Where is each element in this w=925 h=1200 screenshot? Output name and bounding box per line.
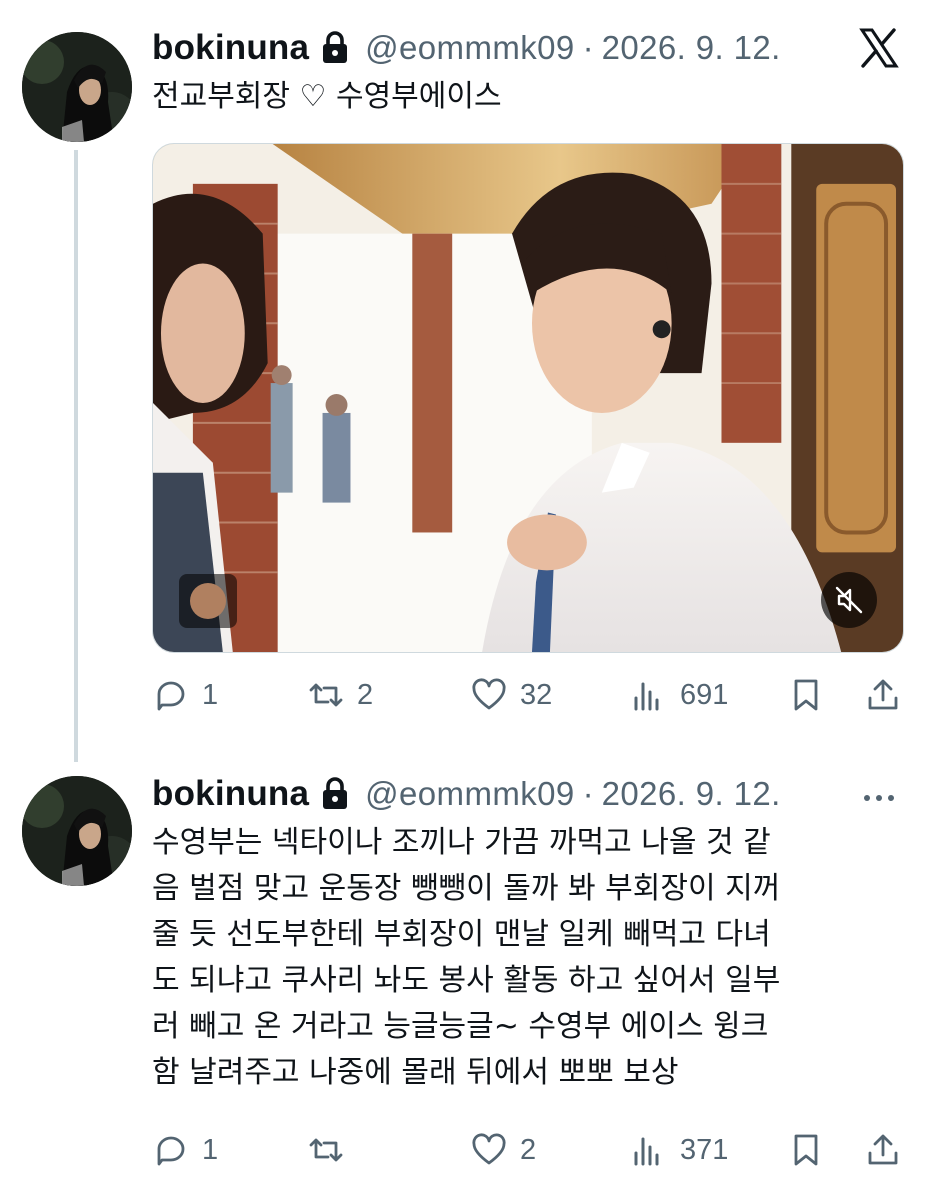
reply-icon [157, 1136, 185, 1166]
like-count: 2 [520, 1133, 537, 1166]
tweet-text: 수영부는 넥타이나 조끼나 가끔 까먹고 나올 것 같 음 벌점 맞고 운동장 … [152, 825, 781, 1090]
bookmark-button[interactable] [787, 670, 825, 720]
more-dots-icon[interactable] [859, 786, 899, 810]
repost-button[interactable] [307, 1125, 357, 1175]
share-icon [868, 679, 898, 710]
view-count: 371 [680, 1133, 729, 1166]
mute-button[interactable] [821, 572, 877, 628]
repost-icon [309, 1138, 343, 1162]
reply-count: 1 [202, 1133, 219, 1166]
heart-icon [472, 1133, 506, 1165]
views-icon [634, 682, 659, 711]
display-name[interactable]: bokinuna [152, 28, 309, 68]
tweet-header: bokinuna @eommmk09 · 2026. 9. 12. [152, 772, 781, 816]
avatar-image [22, 776, 132, 886]
mute-icon [835, 586, 863, 614]
avatar[interactable] [22, 776, 132, 886]
separator-dot: · [582, 775, 594, 812]
like-button[interactable]: 32 [470, 670, 552, 720]
tweet-video[interactable] [152, 143, 904, 653]
tweet[interactable]: bokinuna @eommmk09 · 2026. 9. 12. 수영부는 넥… [0, 760, 925, 1200]
views-icon [634, 1137, 659, 1166]
view-count: 691 [680, 678, 729, 711]
tweet[interactable]: bokinuna @eommmk09 · 2026. 9. 12. 전교부회장 … [0, 0, 925, 762]
like-count: 32 [520, 678, 553, 711]
tweet-text: 전교부회장 ♡ 수영부에이스 [152, 79, 502, 114]
share-icon [868, 1134, 898, 1165]
reply-button[interactable]: 1 [152, 1125, 218, 1175]
tweet-date[interactable]: 2026. 9. 12. [602, 775, 781, 813]
views-button[interactable]: 371 [630, 1125, 728, 1175]
bookmark-icon [794, 1134, 818, 1166]
user-handle[interactable]: @eommmk09 [365, 775, 574, 813]
tweet-actions: 1 2 32 691 [152, 670, 904, 720]
lock-icon [323, 777, 348, 809]
repost-icon [309, 683, 343, 707]
tweet-actions: 1 2 371 [152, 1125, 904, 1175]
video-frame [153, 144, 903, 652]
separator-dot: · [582, 29, 594, 66]
like-button[interactable]: 2 [470, 1125, 536, 1175]
repost-button[interactable]: 2 [307, 670, 373, 720]
x-logo-icon[interactable] [859, 28, 899, 68]
avatar[interactable] [22, 32, 132, 142]
share-button[interactable] [864, 1125, 902, 1175]
tweet-header: bokinuna @eommmk09 · 2026. 9. 12. [152, 26, 781, 70]
bookmark-icon [794, 679, 818, 711]
reply-icon [157, 681, 185, 711]
user-handle[interactable]: @eommmk09 [365, 29, 574, 67]
lock-icon [323, 31, 348, 63]
tweet-date[interactable]: 2026. 9. 12. [602, 29, 781, 67]
reply-count: 1 [202, 678, 219, 711]
display-name[interactable]: bokinuna [152, 774, 309, 814]
bookmark-button[interactable] [787, 1125, 825, 1175]
video-author-thumbnail[interactable] [179, 574, 237, 628]
repost-count: 2 [357, 678, 374, 711]
heart-icon [472, 678, 506, 710]
thread-connector-line [74, 150, 78, 762]
share-button[interactable] [864, 670, 902, 720]
views-button[interactable]: 691 [630, 670, 728, 720]
avatar-image [22, 32, 132, 142]
reply-button[interactable]: 1 [152, 670, 218, 720]
